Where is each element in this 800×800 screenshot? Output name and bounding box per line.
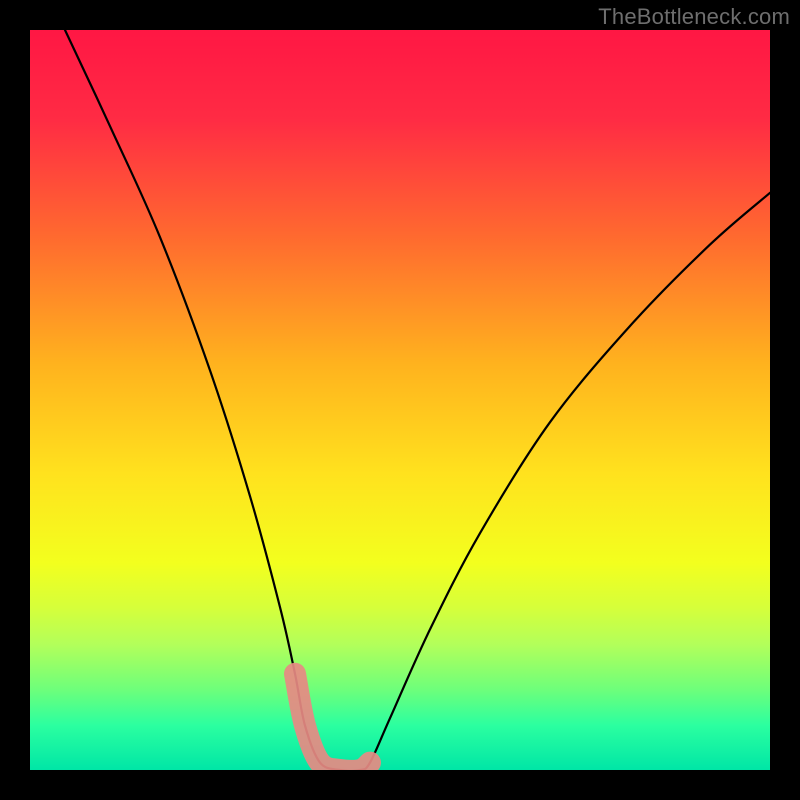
plot-area [30,30,770,770]
chart-frame: TheBottleneck.com [0,0,800,800]
curve-layer [30,30,770,770]
low-bottleneck-highlight [295,674,370,770]
bottleneck-curve [65,30,770,770]
watermark-text: TheBottleneck.com [598,4,790,30]
